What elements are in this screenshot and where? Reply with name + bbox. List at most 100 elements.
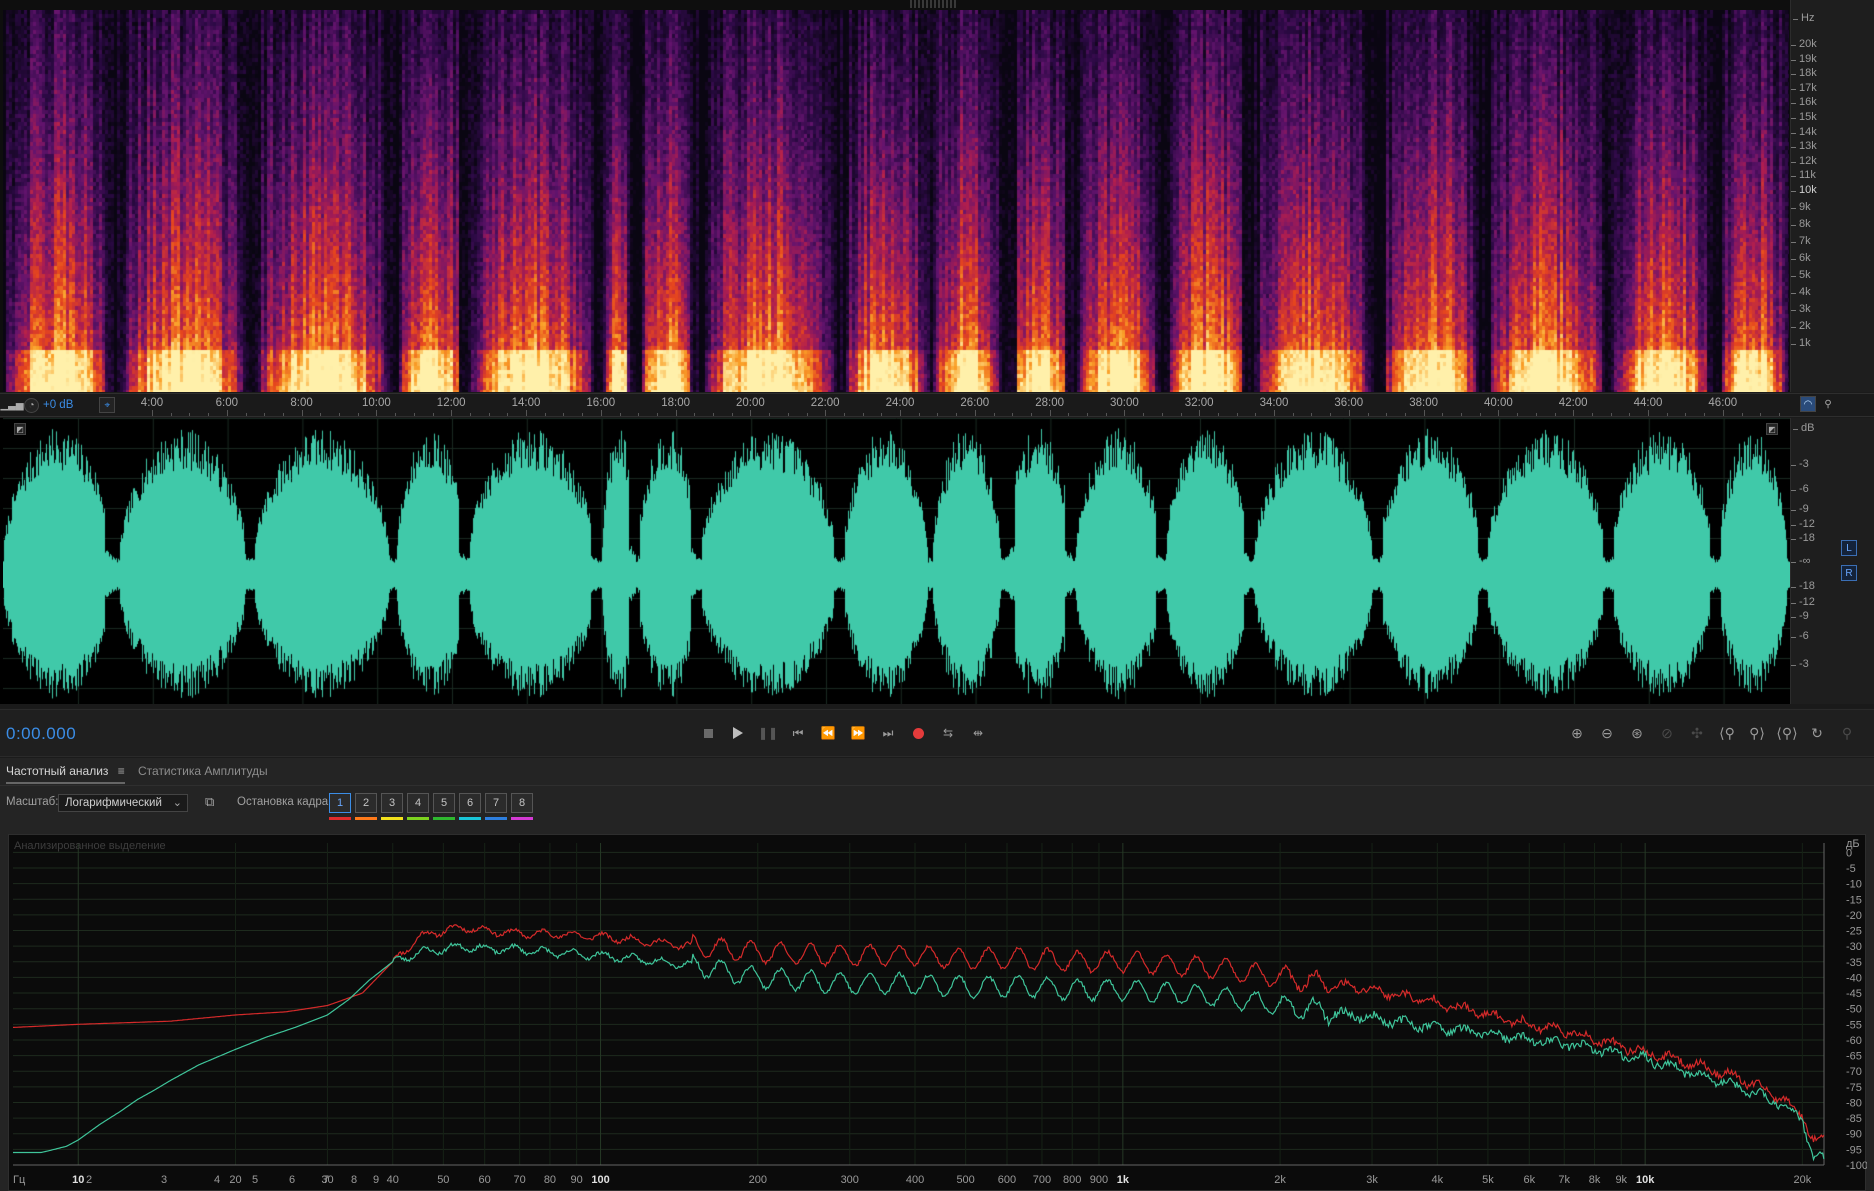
- gain-value[interactable]: +0 dB: [43, 399, 73, 411]
- tab-frequency-analysis[interactable]: Частотный анализ ≡: [6, 764, 125, 784]
- frequency-tick-label: 17k: [1791, 81, 1817, 94]
- x-tick-label: 6: [289, 1174, 295, 1186]
- time-ruler-tick: [1236, 413, 1238, 416]
- tab-amplitude-statistics[interactable]: Статистика Амплитуды: [138, 764, 268, 778]
- amplitude-tick-label: -18: [1791, 532, 1815, 544]
- amplitude-tick-label: -6: [1791, 630, 1809, 642]
- level-meter-icon[interactable]: ▁▃▅: [0, 397, 23, 413]
- panel-resize-handle[interactable]: [910, 0, 958, 8]
- play-icon[interactable]: [727, 722, 749, 744]
- zoom-selection-icon[interactable]: ⟨⚲⟩: [1775, 722, 1799, 744]
- zoom-full-icon[interactable]: ✣: [1685, 722, 1709, 744]
- fast-forward-icon[interactable]: ⏩: [847, 722, 869, 744]
- stop-icon[interactable]: [697, 722, 719, 744]
- frequency-scale[interactable]: Hz 20k 19k 18k 17k 16k 15k 14k 13k 12k 11k 10k 9k 8k…: [1790, 0, 1874, 392]
- time-ruler-label: 22:00: [810, 397, 840, 409]
- time-ruler-tick: [1161, 413, 1163, 416]
- amplitude-scale[interactable]: dB -3 -6 -9 -12 -18 -∞ -18 -12 -9 -6 -3 L R: [1790, 418, 1874, 708]
- zoom-extra-icon[interactable]: ⚲: [1835, 722, 1859, 744]
- freeze-frame-1-button[interactable]: 1: [329, 793, 351, 813]
- freeze-frame-5-button[interactable]: 5: [433, 793, 455, 813]
- waveform-resize-handle[interactable]: [0, 704, 1874, 708]
- waveform-canvas[interactable]: [3, 418, 1790, 705]
- gain-knob-icon[interactable]: ◔: [24, 397, 39, 413]
- freeze-frame-6-button[interactable]: 6: [459, 793, 481, 813]
- time-ruler-tick: [563, 413, 565, 416]
- time-ruler-tick: [245, 413, 247, 416]
- spectral-frequency-display[interactable]: [0, 0, 1874, 392]
- time-ruler-label: 20:00: [736, 397, 765, 409]
- freeze-frame-color-bar: [329, 817, 351, 820]
- time-ruler-tick: [918, 413, 920, 416]
- channel-left-toggle[interactable]: L: [1841, 540, 1857, 556]
- time-ruler-tick: [806, 413, 808, 416]
- panel-menu-icon[interactable]: ≡: [118, 764, 125, 778]
- time-ruler-tick: [1143, 413, 1145, 416]
- freeze-frame-2-button[interactable]: 2: [355, 793, 377, 813]
- current-time-display[interactable]: 0:00.000: [6, 724, 76, 744]
- record-icon[interactable]: [907, 722, 929, 744]
- zoom-out-amplitude-icon[interactable]: ⊖: [1595, 722, 1619, 744]
- amplitude-tick-label: -6: [1791, 483, 1809, 495]
- skip-selection-icon[interactable]: ⇹: [967, 722, 989, 744]
- time-ruler-tick: [1760, 413, 1762, 416]
- zoom-in-left-icon[interactable]: ⟨⚲: [1715, 722, 1739, 744]
- time-ruler-tick: [526, 410, 527, 416]
- frequency-graph-svg[interactable]: 0-5-10-15-20-25-30-35-40-45-50-55-60-65-…: [9, 835, 1867, 1191]
- frequency-tick-label: 6k: [1791, 252, 1811, 264]
- waveform-display[interactable]: ◩ ◩: [0, 418, 1874, 708]
- time-ruler-label: 38:00: [1409, 397, 1438, 409]
- x-tick-label: 3: [161, 1174, 167, 1186]
- pause-icon[interactable]: ❚❚: [757, 722, 779, 744]
- time-ruler-tick: [1666, 413, 1668, 416]
- time-ruler[interactable]: 4:00 6:00 8:00 10:00 12:00 14:00 16:00 18:00 20:…: [0, 393, 1874, 417]
- frequency-tick-label: 19k: [1791, 52, 1817, 65]
- amplitude-tick-label: -9: [1791, 610, 1809, 622]
- time-ruler-tick: [1741, 413, 1743, 416]
- hud-right-icon[interactable]: ◩: [1766, 423, 1778, 435]
- zoom-in-time-icon[interactable]: ⊛: [1625, 722, 1649, 744]
- freeze-frame-8-button[interactable]: 8: [511, 793, 533, 813]
- zoom-out-time-icon[interactable]: ⊘: [1655, 722, 1679, 744]
- go-to-end-icon[interactable]: ⏭: [877, 722, 899, 744]
- freeze-frame-3-button[interactable]: 3: [381, 793, 403, 813]
- hud-left-icon[interactable]: ◩: [14, 423, 26, 435]
- time-ruler-tick: [1423, 410, 1425, 416]
- time-ruler-tick: [320, 413, 322, 416]
- scan-selection-icon[interactable]: ⧉: [205, 794, 214, 810]
- frequency-graph[interactable]: 0 -5 -10 -15 -20 -25 -30 -35 -40 -45 -50 -55 -60 -65-…: [8, 834, 1867, 1191]
- time-ruler-tick: [395, 413, 397, 416]
- time-ruler-tick: [282, 413, 284, 416]
- pin-icon[interactable]: ⌖: [99, 397, 116, 413]
- zoom-in-amplitude-icon[interactable]: ⊕: [1565, 722, 1589, 744]
- time-ruler-tick: [1722, 410, 1724, 416]
- time-ruler-tick: [189, 413, 191, 416]
- x-tick-label: 400: [906, 1174, 924, 1186]
- freeze-frame-4-button[interactable]: 4: [407, 793, 429, 813]
- headphones-icon[interactable]: ◠: [1800, 396, 1816, 412]
- spectrogram-canvas[interactable]: [3, 10, 1789, 392]
- zoom-in-right-icon[interactable]: ⚲⟩: [1745, 722, 1769, 744]
- x-tick-label: 1k: [1117, 1174, 1130, 1186]
- go-to-start-icon[interactable]: ⏮: [787, 722, 809, 744]
- loop-icon[interactable]: ⇆: [937, 722, 959, 744]
- time-ruler-label: 8:00: [290, 397, 313, 409]
- time-ruler-tick: [1330, 413, 1332, 416]
- frequency-tick-label: 9k: [1791, 201, 1811, 213]
- rewind-icon[interactable]: ⏪: [817, 722, 839, 744]
- time-ruler-tick: [787, 413, 789, 416]
- time-ruler-tick: [469, 413, 471, 416]
- y-tick-label: -70: [1846, 1066, 1862, 1078]
- x-unit-label: Гц: [13, 1174, 26, 1186]
- freeze-frame-7-button[interactable]: 7: [485, 793, 507, 813]
- marker-pin-icon[interactable]: ⚲: [1820, 396, 1836, 412]
- scale-dropdown[interactable]: Логарифмический ⌄: [58, 794, 188, 812]
- x-tick-label: 7k: [1558, 1174, 1570, 1186]
- zoom-reset-icon[interactable]: ↻: [1805, 722, 1829, 744]
- y-tick-label: -40: [1846, 972, 1862, 984]
- time-ruler-label: 18:00: [661, 397, 690, 409]
- x-tick-label: 50: [437, 1174, 449, 1186]
- time-ruler-tick: [881, 413, 883, 416]
- channel-right-toggle[interactable]: R: [1841, 565, 1857, 581]
- time-ruler-tick: [713, 413, 714, 416]
